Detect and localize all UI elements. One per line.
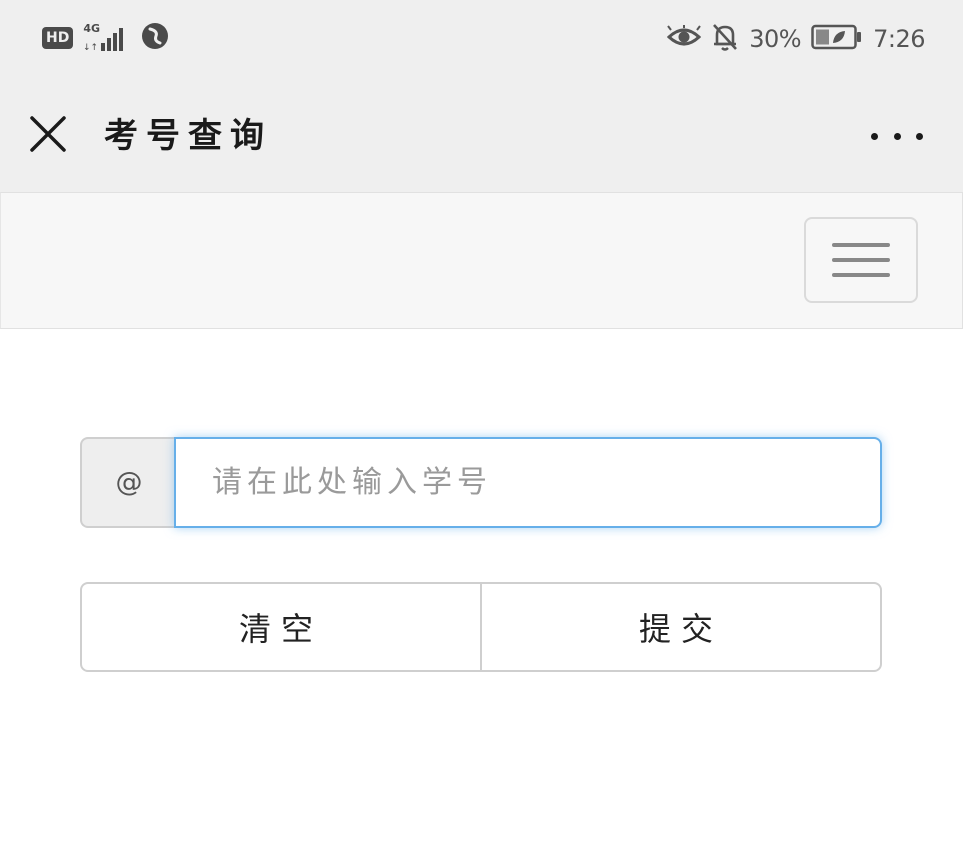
vpn-icon (141, 22, 169, 54)
more-button[interactable] (871, 116, 923, 156)
bell-off-icon (711, 22, 739, 56)
close-button[interactable] (26, 112, 70, 156)
student-id-input-group: @ (80, 437, 882, 528)
more-icon-dot (893, 132, 901, 140)
title-bar: 考号查询 (0, 80, 963, 192)
status-right: 30% 7:26 (667, 22, 925, 56)
hamburger-menu-icon (832, 243, 890, 247)
clear-button[interactable]: 清空 (80, 582, 482, 672)
page-title: 考号查询 (104, 116, 272, 156)
hamburger-menu-icon-bar (832, 273, 890, 277)
navbar (0, 192, 963, 329)
close-icon (30, 116, 66, 152)
more-icon (871, 132, 878, 140)
eye-icon (667, 25, 702, 53)
at-sign-addon: @ (80, 437, 176, 528)
battery-percent: 30% (749, 25, 802, 53)
more-icon-dot (916, 132, 923, 140)
battery-icon (811, 24, 863, 54)
status-left: HD 4G ↓↑ (42, 22, 169, 54)
signal-icon: 4G ↓↑ (83, 23, 131, 53)
student-id-input[interactable] (174, 437, 882, 528)
form-button-group: 清空 提交 (80, 582, 882, 672)
hamburger-menu-icon-bar (832, 258, 890, 262)
menu-toggle-button[interactable] (804, 217, 918, 303)
submit-button[interactable]: 提交 (480, 582, 882, 672)
status-bar: HD 4G ↓↑ 30% 7:26 (0, 0, 963, 80)
svg-text:↓↑: ↓↑ (83, 43, 98, 53)
hd-badge: HD (42, 27, 74, 49)
clock: 7:26 (873, 25, 925, 53)
